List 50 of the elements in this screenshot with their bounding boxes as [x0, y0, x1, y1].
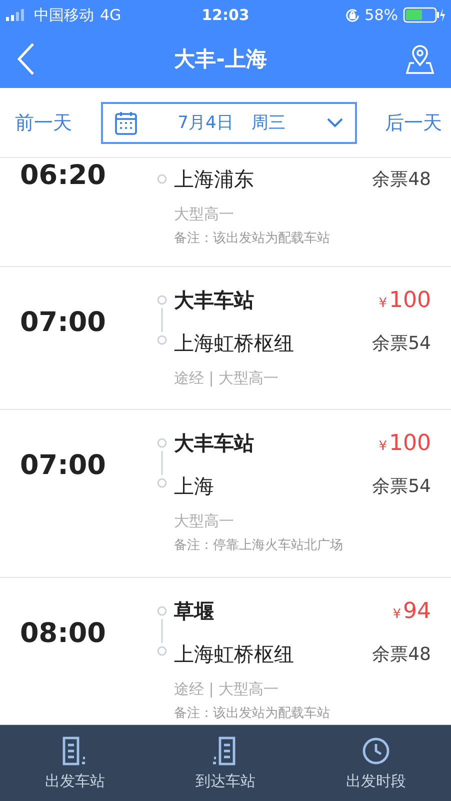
departure-time: 06:20 [20, 160, 107, 191]
chevron-down-icon [326, 118, 342, 128]
trip-card[interactable]: 07:00 大丰车站 ¥100 上海 余票54 大型高一 备注：停靠上海火车站北广场 [0, 410, 451, 578]
previous-day-button[interactable]: 前一天 [15, 110, 72, 136]
seats-left: 余票48 [372, 643, 431, 667]
bus-info: 途经 | 大型高一 [174, 679, 280, 700]
rotation-lock-icon [344, 8, 360, 22]
next-day-button[interactable]: 后一天 [385, 110, 442, 136]
map-pin-button[interactable] [405, 43, 435, 75]
origin-station: 草堰 [174, 598, 215, 625]
origin-station: 大丰车站 [174, 430, 255, 457]
ticket-price: ¥100 [378, 287, 431, 315]
calendar-icon [114, 110, 136, 134]
origin-station: 大丰车站 [174, 287, 255, 314]
route-line-icon [157, 606, 167, 656]
page-title: 大丰-上海 [174, 46, 267, 73]
back-button[interactable] [16, 42, 36, 76]
bus-info: 途经 | 大型高一 [174, 368, 280, 389]
battery-percent: 58% [364, 6, 398, 24]
trip-note: 备注：停靠上海火车站北广场 [174, 537, 344, 555]
trip-card[interactable]: 06:20 上海浦东 余票48 大型高一 备注：该出发站为配载车站 [0, 158, 451, 267]
departure-time: 07:00 [20, 307, 107, 338]
route-line-icon [157, 295, 167, 345]
clock-time: 12:03 [202, 6, 250, 24]
route-stop-icon [157, 174, 167, 184]
network-type: 4G [100, 6, 122, 24]
ticket-price: ¥94 [392, 598, 431, 626]
date-picker[interactable]: 7月4日 周三 [100, 102, 356, 144]
trip-note: 备注：该出发站为配载车站 [174, 705, 331, 723]
departure-time: 07:00 [20, 450, 107, 481]
destination-station: 上海虹桥枢纽 [174, 641, 295, 668]
seats-left: 余票48 [372, 168, 431, 192]
seats-left: 余票54 [372, 332, 431, 356]
clock-icon [360, 736, 391, 766]
ticket-price: ¥100 [378, 430, 431, 458]
bus-info: 大型高一 [174, 511, 235, 532]
bus-info: 大型高一 [174, 204, 235, 225]
route-line-icon [157, 438, 167, 488]
trip-card[interactable]: 07:00 大丰车站 ¥100 上海虹桥枢纽 余票54 途经 | 大型高一 [0, 267, 451, 410]
tab-bar-item[interactable]: 出发车站 [0, 725, 150, 801]
tab-bar-item[interactable]: 到达车站 [150, 725, 301, 801]
battery-icon [403, 7, 445, 23]
destination-station: 上海虹桥枢纽 [174, 330, 295, 357]
tab-bar-item[interactable]: 出发时段 [300, 725, 451, 801]
carrier-name: 中国移动 [34, 6, 94, 24]
destination-station: 上海浦东 [174, 166, 255, 193]
trip-note: 备注：该出发站为配载车站 [174, 230, 331, 248]
destination-station: 上海 [174, 473, 215, 500]
departure-time: 08:00 [20, 618, 107, 649]
seats-left: 余票54 [372, 475, 431, 499]
